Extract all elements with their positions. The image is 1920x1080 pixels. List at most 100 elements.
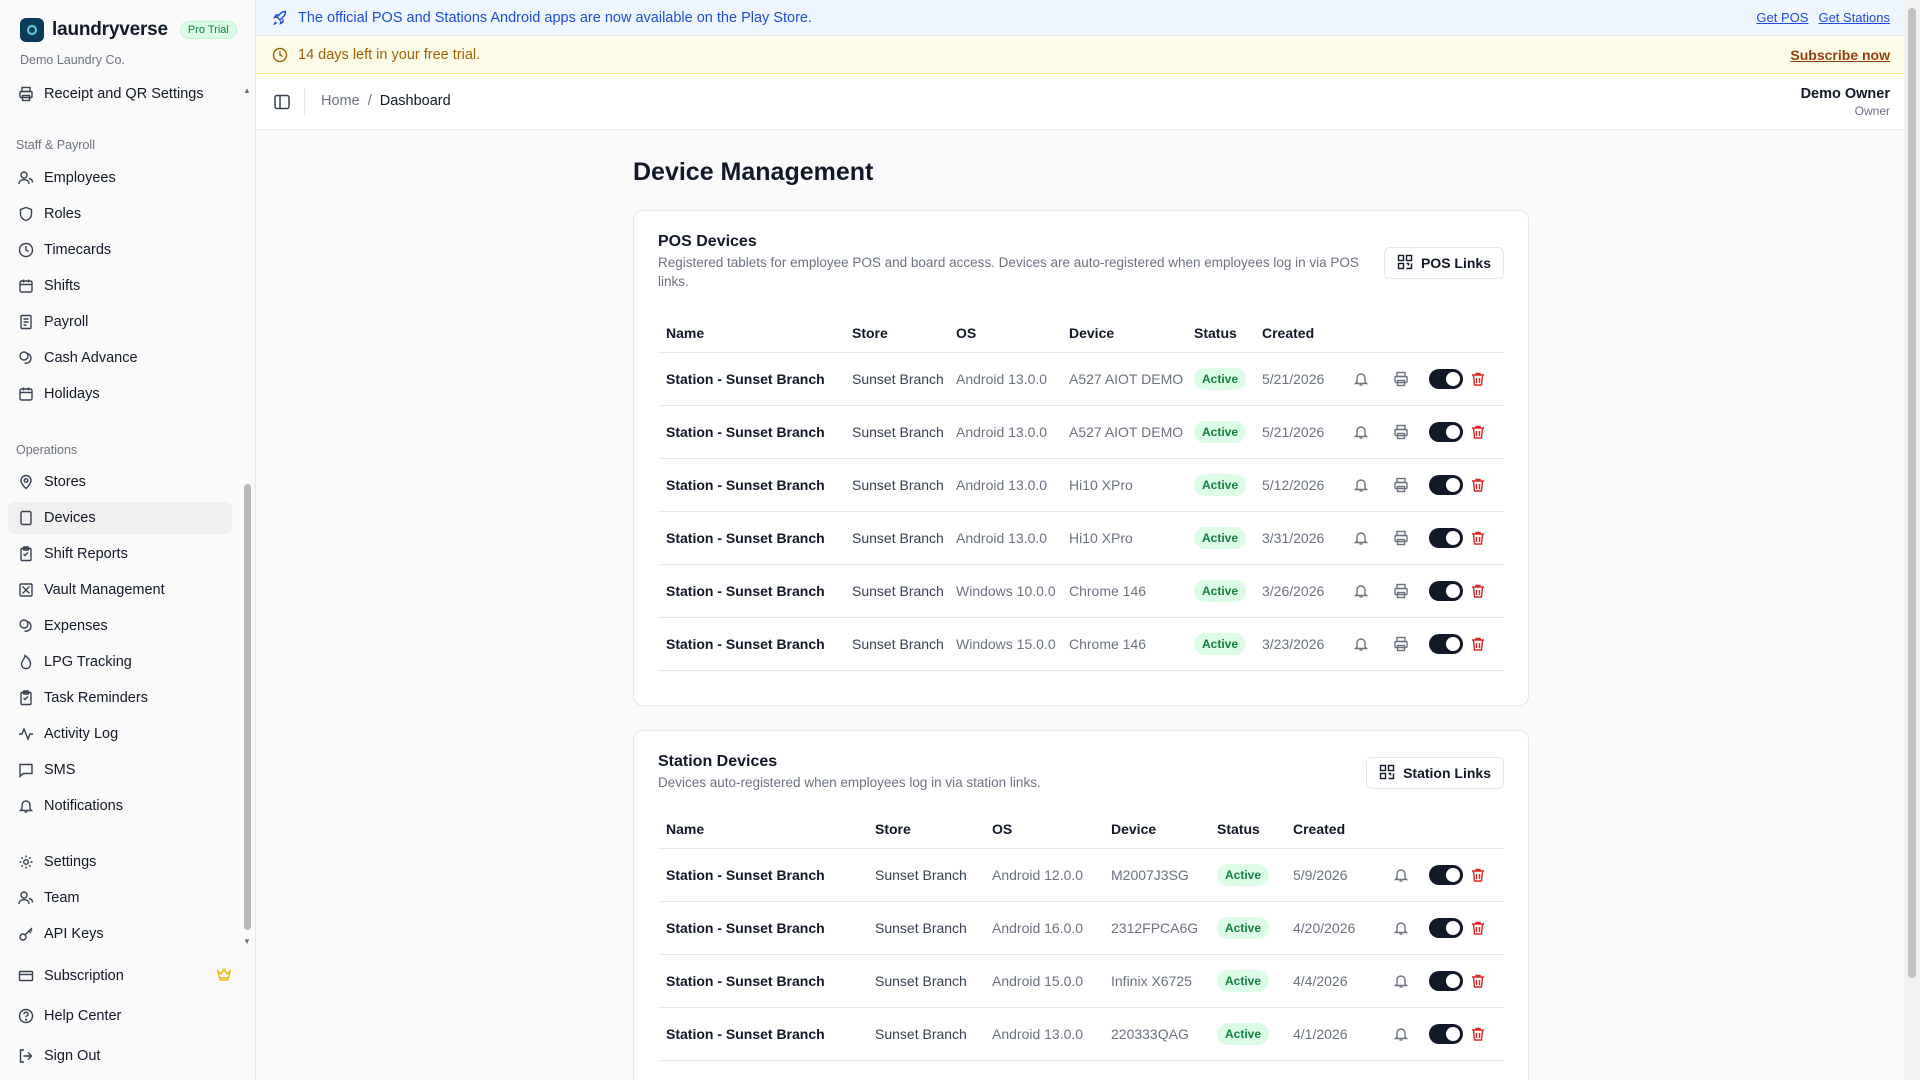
table-row: Station - Sunset Branch Sunset Branch Andr… bbox=[658, 902, 1504, 955]
trash-icon[interactable] bbox=[1469, 866, 1487, 884]
status-badge: Active bbox=[1194, 580, 1247, 602]
bell-icon[interactable] bbox=[1352, 370, 1370, 388]
status-badge: Active bbox=[1194, 633, 1247, 655]
device-enabled-toggle[interactable] bbox=[1429, 422, 1463, 442]
bell-icon[interactable] bbox=[1352, 635, 1370, 653]
printer-icon[interactable] bbox=[1392, 370, 1410, 388]
bell-icon[interactable] bbox=[1392, 1025, 1410, 1043]
sidebar-item-vault-management[interactable]: Vault Management bbox=[8, 574, 232, 606]
device-model: A527 AIOT DEMO bbox=[1069, 371, 1184, 387]
sidebar-item-task-reminders[interactable]: Task Reminders bbox=[8, 682, 232, 714]
bell-icon[interactable] bbox=[1352, 423, 1370, 441]
trash-icon[interactable] bbox=[1469, 370, 1487, 388]
play-store-banner-text: The official POS and Stations Android ap… bbox=[298, 9, 812, 26]
trash-icon[interactable] bbox=[1469, 423, 1487, 441]
breadcrumb-separator: / bbox=[367, 93, 372, 109]
device-enabled-toggle[interactable] bbox=[1429, 971, 1463, 991]
device-store: Sunset Branch bbox=[875, 973, 967, 989]
sidebar-scroll-down[interactable]: ▼ bbox=[243, 937, 251, 946]
trash-icon[interactable] bbox=[1469, 635, 1487, 653]
trash-icon[interactable] bbox=[1469, 582, 1487, 600]
sidebar-item-receipt-qr-settings[interactable]: Receipt and QR Settings bbox=[8, 78, 232, 110]
device-model: A527 AIOT DEMO bbox=[1069, 424, 1184, 440]
sidebar-item-shifts[interactable]: Shifts bbox=[8, 270, 232, 302]
sidebar-item-label: Sign Out bbox=[44, 1048, 101, 1064]
bell-icon[interactable] bbox=[1352, 476, 1370, 494]
sidebar-item-sign-out[interactable]: Sign Out bbox=[8, 1040, 240, 1072]
page-scrollbar[interactable] bbox=[1908, 8, 1916, 978]
printer-icon[interactable] bbox=[1392, 529, 1410, 547]
trash-icon[interactable] bbox=[1469, 972, 1487, 990]
bell-icon[interactable] bbox=[1352, 529, 1370, 547]
receipt-icon bbox=[18, 314, 34, 330]
device-created: 4/1/2026 bbox=[1293, 1026, 1348, 1042]
sidebar-item-devices[interactable]: Devices bbox=[8, 502, 232, 534]
device-enabled-toggle[interactable] bbox=[1429, 634, 1463, 654]
brand[interactable]: laundryverse Pro Trial bbox=[20, 18, 237, 42]
device-model: Hi10 XPro bbox=[1069, 530, 1133, 546]
sidebar-item-stores[interactable]: Stores bbox=[8, 466, 232, 498]
trial-banner: 14 days left in your free trial. Subscri… bbox=[256, 36, 1904, 74]
breadcrumb: Home / Dashboard bbox=[321, 93, 451, 109]
sidebar-item-holidays[interactable]: Holidays bbox=[8, 378, 232, 410]
trash-icon[interactable] bbox=[1469, 529, 1487, 547]
sidebar-item-subscription[interactable]: Subscription bbox=[8, 960, 240, 992]
device-enabled-toggle[interactable] bbox=[1429, 865, 1463, 885]
sidebar-item-label: Expenses bbox=[44, 618, 108, 634]
table-row: Station - Sunset Branch Sunset Branch Andr… bbox=[658, 955, 1504, 1008]
breadcrumb-home[interactable]: Home bbox=[321, 93, 360, 109]
device-store: Sunset Branch bbox=[875, 1026, 967, 1042]
column-header-device: Device bbox=[1111, 821, 1157, 837]
pos-links-button[interactable]: POS Links bbox=[1383, 247, 1504, 279]
sidebar-item-activity-log[interactable]: Activity Log bbox=[8, 718, 232, 750]
trash-icon[interactable] bbox=[1469, 1025, 1487, 1043]
bell-icon[interactable] bbox=[1392, 972, 1410, 990]
sidebar-item-lpg-tracking[interactable]: LPG Tracking bbox=[8, 646, 232, 678]
sidebar-item-sms[interactable]: SMS bbox=[8, 754, 232, 786]
top-header: Home / Dashboard Demo Owner Owner bbox=[256, 74, 1904, 130]
sidebar-item-payroll[interactable]: Payroll bbox=[8, 306, 232, 338]
bell-icon[interactable] bbox=[1352, 582, 1370, 600]
sidebar-item-help-center[interactable]: Help Center bbox=[8, 1000, 240, 1032]
sidebar-scroll-up[interactable]: ▲ bbox=[243, 86, 251, 95]
printer-icon[interactable] bbox=[1392, 476, 1410, 494]
trash-icon[interactable] bbox=[1469, 919, 1487, 937]
sidebar-item-team[interactable]: Team bbox=[8, 882, 232, 914]
sidebar-item-employees[interactable]: Employees bbox=[8, 162, 232, 194]
device-enabled-toggle[interactable] bbox=[1429, 475, 1463, 495]
station-devices-table: Name Store OS Device Status Created Stat… bbox=[658, 809, 1504, 1061]
bell-icon[interactable] bbox=[1392, 919, 1410, 937]
sidebar-scrollbar[interactable] bbox=[244, 484, 251, 930]
sidebar-item-label: Vault Management bbox=[44, 582, 165, 598]
sidebar-item-timecards[interactable]: Timecards bbox=[8, 234, 232, 266]
printer-icon[interactable] bbox=[1392, 423, 1410, 441]
device-name: Station - Sunset Branch bbox=[666, 371, 825, 387]
sidebar-item-expenses[interactable]: Expenses bbox=[8, 610, 232, 642]
bell-icon[interactable] bbox=[1392, 866, 1410, 884]
sidebar-item-settings[interactable]: Settings bbox=[8, 846, 232, 878]
device-enabled-toggle[interactable] bbox=[1429, 369, 1463, 389]
sidebar-item-label: API Keys bbox=[44, 926, 104, 942]
sidebar-item-label: Task Reminders bbox=[44, 690, 148, 706]
sidebar-item-api-keys[interactable]: API Keys bbox=[8, 918, 232, 950]
get-pos-link[interactable]: Get POS bbox=[1756, 10, 1808, 25]
printer-icon[interactable] bbox=[1392, 635, 1410, 653]
trash-icon[interactable] bbox=[1469, 476, 1487, 494]
sidebar: laundryverse Pro Trial Demo Laundry Co. … bbox=[0, 0, 256, 1080]
sidebar-item-roles[interactable]: Roles bbox=[8, 198, 232, 230]
sidebar-item-notifications[interactable]: Notifications bbox=[8, 790, 232, 822]
device-enabled-toggle[interactable] bbox=[1429, 918, 1463, 938]
device-created: 3/23/2026 bbox=[1262, 636, 1325, 652]
device-enabled-toggle[interactable] bbox=[1429, 581, 1463, 601]
sidebar-item-cash-advance[interactable]: Cash Advance bbox=[8, 342, 232, 374]
user-menu[interactable]: Demo Owner Owner bbox=[1801, 86, 1890, 118]
sidebar-item-label: Receipt and QR Settings bbox=[44, 86, 204, 102]
get-stations-link[interactable]: Get Stations bbox=[1818, 10, 1890, 25]
station-links-button[interactable]: Station Links bbox=[1366, 757, 1504, 789]
sidebar-toggle-icon[interactable] bbox=[272, 92, 292, 112]
device-enabled-toggle[interactable] bbox=[1429, 528, 1463, 548]
printer-icon[interactable] bbox=[1392, 582, 1410, 600]
subscribe-now-link[interactable]: Subscribe now bbox=[1790, 47, 1890, 63]
device-enabled-toggle[interactable] bbox=[1429, 1024, 1463, 1044]
sidebar-item-shift-reports[interactable]: Shift Reports bbox=[8, 538, 232, 570]
